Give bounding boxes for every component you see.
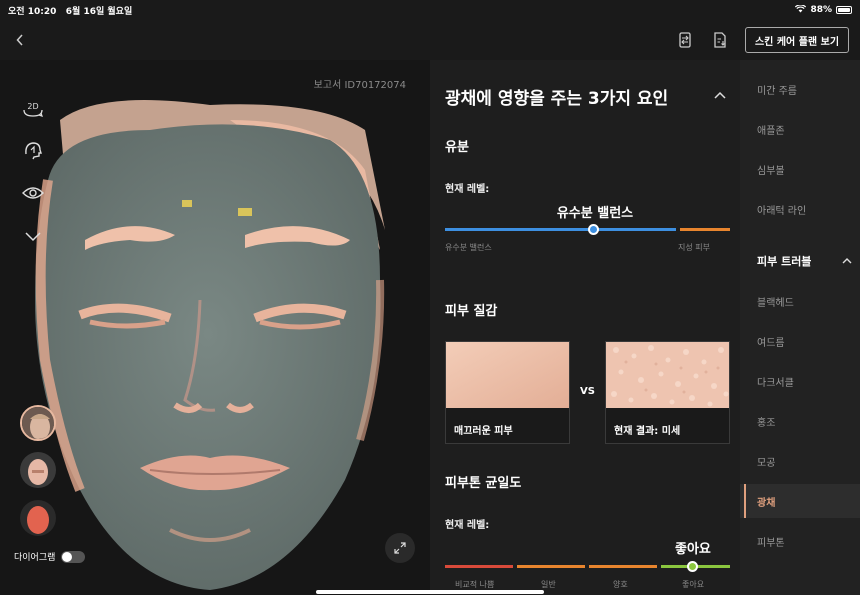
home-indicator[interactable] (316, 590, 544, 594)
tone-axis-poor: 비교적 나쁨 (455, 580, 495, 589)
sidebar-group-skin-trouble[interactable]: 피부 트러블 (740, 244, 860, 278)
oil-level-marker (587, 224, 599, 235)
tone-bar-poor (445, 565, 513, 568)
diagram-toggle[interactable] (61, 550, 86, 563)
oil-bar-balance (445, 228, 676, 231)
wifi-icon (795, 3, 807, 16)
expand-icon (394, 542, 406, 554)
tone-axis-good: 좋아요 (682, 580, 705, 589)
head-rotate-icon (25, 142, 42, 160)
sidebar-item-label: 미간 주름 (757, 85, 797, 97)
sidebar-item-radiance[interactable]: 광채 (740, 484, 860, 518)
document-download-icon (714, 32, 726, 48)
sidebar-item-jawline[interactable]: 아래턱 라인 (740, 192, 860, 226)
sidebar-item-label: 여드름 (757, 337, 785, 349)
chevron-down-icon (25, 232, 41, 242)
oil-axis-right: 지성 피부 (678, 243, 710, 252)
chevron-up-icon (842, 256, 852, 267)
eye-icon (22, 187, 44, 199)
sidebar-item-cheek-volume[interactable]: 심부볼 (740, 152, 860, 186)
current-skin-image (606, 342, 729, 408)
tone-heading: 피부톤 균일도 (445, 476, 522, 491)
diagram-label: 다이어그램 (14, 553, 56, 563)
status-time: 오전 10:20 (8, 6, 57, 17)
chevron-up-icon (714, 91, 726, 99)
sidebar-item-redness[interactable]: 홍조 (740, 404, 860, 438)
face-thumbnail-texture[interactable] (20, 452, 56, 488)
sidebar-group-label: 피부 트러블 (757, 255, 812, 268)
texture-heading: 피부 질감 (445, 304, 498, 319)
tone-axis-fair: 양호 (613, 580, 628, 589)
more-tools-button[interactable] (20, 224, 46, 250)
sidebar-item-skin-tone[interactable]: 피부톤 (740, 524, 860, 558)
sidebar-item-label: 애플존 (757, 125, 785, 137)
skin-care-plan-button[interactable]: 스킨 케어 플랜 보기 (745, 27, 849, 53)
status-date: 6월 16일 월요일 (65, 6, 133, 17)
sidebar-item-apple-zone[interactable]: 애플존 (740, 112, 860, 146)
smooth-skin-caption: 매끄러운 피부 (454, 426, 513, 437)
oil-axis-left: 유수분 밸런스 (445, 243, 492, 252)
sidebar-item-glabella-wrinkles[interactable]: 미간 주름 (740, 72, 860, 106)
status-left: 오전 10:20 6월 16일 월요일 (8, 4, 132, 17)
sidebar-item-label: 다크서클 (757, 377, 794, 389)
vs-label: VS (580, 386, 595, 397)
status-bar: 오전 10:20 6월 16일 월요일 88% (0, 0, 860, 20)
sidebar-item-label: 아래턱 라인 (757, 205, 807, 217)
oil-bar-oily (680, 228, 730, 231)
sidebar-item-label: 블랙헤드 (757, 297, 794, 309)
compare-report-button[interactable] (674, 29, 696, 51)
tone-axis-normal: 일반 (541, 580, 556, 589)
oil-level-value: 유수분 밸런스 (556, 206, 634, 221)
sidebar-item-label: 홍조 (757, 417, 776, 429)
diagram-toggle-row: 다이어그램 (14, 550, 86, 563)
collapse-section-button[interactable] (714, 88, 726, 102)
chevron-left-icon (16, 34, 23, 46)
analysis-panel: 광채에 영향을 주는 3가지 요인 유분 현재 레벨: 유수분 밸런스 유수분 … (430, 60, 740, 595)
export-report-button[interactable] (709, 29, 731, 51)
tone-level-label: 현재 레벨: (445, 520, 490, 531)
tone-level-value: 좋아요 (674, 542, 711, 557)
oil-level-label: 현재 레벨: (445, 184, 490, 195)
svg-text:2D: 2D (27, 102, 38, 111)
sidebar-item-label: 모공 (757, 457, 776, 469)
sidebar-item-acne[interactable]: 여드름 (740, 324, 860, 358)
face-panel: 보고서 ID70172074 2D 다이어그램 (0, 60, 430, 595)
sidebar-item-pores[interactable]: 모공 (740, 444, 860, 478)
rotate-2d-icon: 2D (23, 102, 43, 117)
current-skin-card: 현재 결과: 미세 (605, 341, 730, 444)
sidebar-item-blackheads[interactable]: 블랙헤드 (740, 284, 860, 318)
document-compare-icon (679, 32, 691, 48)
face-thumbnail-redness[interactable] (20, 500, 56, 536)
view-2d-button[interactable]: 2D (20, 96, 46, 122)
smooth-skin-image (446, 342, 569, 408)
battery-icon (836, 6, 852, 14)
face-thumbnail-natural[interactable] (20, 405, 56, 441)
tone-bar-fair (589, 565, 657, 568)
tone-level-marker (687, 561, 699, 572)
expand-button[interactable] (385, 533, 415, 563)
tone-bar-normal (517, 565, 585, 568)
top-nav: 스킨 케어 플랜 보기 (0, 20, 860, 60)
report-id: 보고서 ID70172074 (313, 80, 406, 91)
head-rotate-button[interactable] (20, 137, 46, 163)
face-thumbnail-image (20, 500, 56, 536)
category-sidebar: 미간 주름 애플존 심부볼 아래턱 라인 피부 트러블 블랙헤드 여드름 다크서… (740, 60, 860, 595)
current-skin-caption: 현재 결과: 미세 (614, 426, 681, 437)
battery-percent: 88% (810, 5, 832, 15)
sidebar-item-dark-circles[interactable]: 다크서클 (740, 364, 860, 398)
status-right: 88% (795, 3, 852, 16)
sidebar-item-label: 피부톤 (757, 537, 785, 549)
back-button[interactable] (10, 28, 30, 52)
sidebar-item-label: 심부볼 (757, 165, 785, 177)
face-analysis-image (35, 100, 385, 590)
smooth-skin-card: 매끄러운 피부 (445, 341, 570, 444)
visibility-button[interactable] (20, 180, 46, 206)
sidebar-item-label: 광채 (757, 497, 776, 509)
face-thumbnail-image (20, 452, 56, 488)
oil-heading: 유분 (445, 140, 469, 155)
analysis-title: 광채에 영향을 주는 3가지 요인 (445, 89, 669, 109)
